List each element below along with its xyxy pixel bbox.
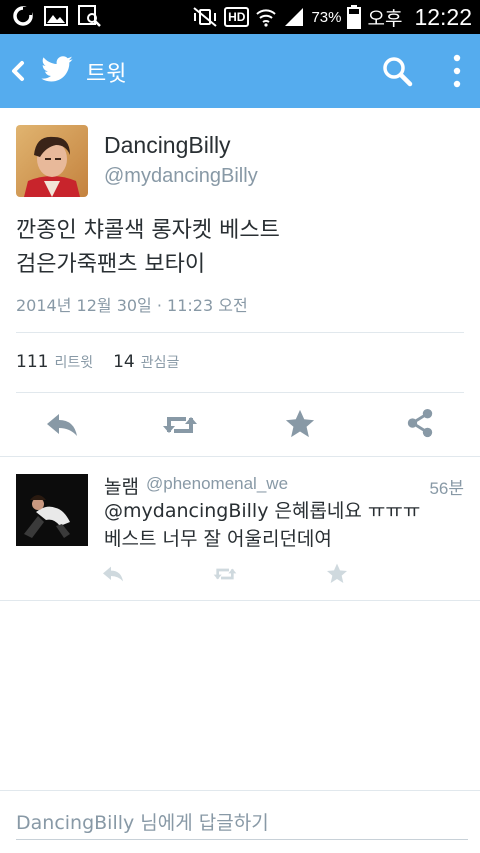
tweet-timestamp: 2014년 12월 30일 · 11:23 오전 <box>16 296 248 315</box>
overflow-menu-icon[interactable] <box>450 52 464 90</box>
clock: 12:22 <box>414 3 472 30</box>
tweet-text-line: 검은가죽팬츠 보타이 <box>16 252 206 277</box>
mute-vibrate-icon <box>193 7 217 27</box>
signal-icon <box>285 8 304 26</box>
reply-author-handle[interactable]: @phenomenal_we <box>146 474 288 494</box>
retweet-icon[interactable] <box>162 410 198 440</box>
page-title: 트윗 <box>86 62 127 87</box>
reply-icon[interactable] <box>101 563 125 585</box>
reply-author-name[interactable]: 놀램 <box>104 472 139 499</box>
notification-icons <box>12 5 102 27</box>
author-handle[interactable]: @mydancingBilly <box>104 165 258 188</box>
ampm-label: 오후 <box>367 7 403 30</box>
app-notification-icon <box>13 6 33 26</box>
wifi-icon <box>256 9 277 27</box>
screenshot-search-icon <box>78 5 101 27</box>
reply-composer-input[interactable] <box>16 806 468 840</box>
battery-percent: 73% <box>311 8 342 26</box>
retweet-count[interactable]: 111 <box>16 352 48 372</box>
reply-body: @mydancingBilly 은혜롭네요 ㅠㅠㅠ 베스트 너무 잘 어울리던데… <box>104 497 464 553</box>
favorite-label[interactable]: 관심글 <box>141 352 180 372</box>
back-arrow-icon[interactable] <box>8 58 28 84</box>
retweet-label[interactable]: 리트윗 <box>54 352 93 372</box>
divider <box>0 456 480 457</box>
twitter-bird-icon[interactable] <box>40 52 74 86</box>
favorite-star-icon[interactable] <box>282 408 318 438</box>
composer-top-border <box>0 790 480 791</box>
tweet-body: 깐종인 챠콜색 롱자켓 베스트 검은가죽팬츠 보타이 <box>16 214 466 282</box>
reply-author-avatar[interactable] <box>16 474 88 546</box>
author-display-name[interactable]: DancingBilly <box>104 132 231 159</box>
reply-timestamp: 56분 <box>429 479 464 498</box>
author-avatar[interactable] <box>16 125 88 197</box>
hd-voice-badge: HD <box>224 7 250 27</box>
gallery-icon <box>44 6 68 26</box>
retweet-icon[interactable] <box>213 563 237 585</box>
battery-icon <box>347 5 362 29</box>
favorite-count[interactable]: 14 <box>113 352 135 372</box>
system-indicators: HD 73% 오후 12:22 <box>192 2 472 32</box>
tweet-text-line: 깐종인 챠콜색 롱자켓 베스트 <box>16 218 280 243</box>
app-bar: 트윗 <box>0 34 480 108</box>
reply-text-line: 베스트 너무 잘 어울리던데여 <box>104 528 332 550</box>
status-bar: HD 73% 오후 12:22 <box>0 0 480 34</box>
divider <box>16 332 464 333</box>
share-icon[interactable] <box>402 408 438 438</box>
search-icon[interactable] <box>380 54 414 88</box>
favorite-star-icon[interactable] <box>325 562 349 584</box>
tweet-stats: 111 리트윗 14 관심글 <box>16 352 193 372</box>
reply-icon[interactable] <box>44 410 80 440</box>
divider <box>0 600 480 601</box>
divider <box>16 392 464 393</box>
reply-text-line: @mydancingBilly 은혜롭네요 ㅠㅠㅠ <box>104 500 421 522</box>
